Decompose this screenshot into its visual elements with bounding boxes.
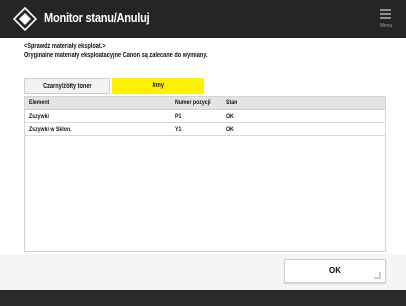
diamond-logo-icon (12, 6, 38, 32)
message-title: <Sprawdź materiały eksploat.> (24, 43, 106, 50)
table-row[interactable]: Zszywki w Sklon. Y1 OK (25, 123, 385, 136)
tab-other[interactable]: Inny (112, 78, 204, 94)
corner-mark-icon (374, 272, 381, 279)
ok-button[interactable]: OK (284, 259, 386, 283)
row-name: Zszywki w Sklon. (29, 126, 72, 133)
column-header-status: Stan (226, 99, 238, 106)
table-row[interactable]: Zszywki P1 OK (25, 110, 385, 123)
row-position: P1 (175, 113, 182, 120)
tab-label: Czarny/żółty toner (42, 83, 92, 90)
menu-icon (380, 9, 391, 21)
status-bar (0, 290, 406, 306)
row-status: OK (226, 113, 234, 120)
tab-black-yellow-toner[interactable]: Czarny/żółty toner (24, 78, 110, 94)
menu-label: Menu (379, 23, 393, 29)
title-bar: Monitor stanu/Anuluj Menu (0, 0, 406, 38)
menu-button[interactable]: Menu (374, 6, 398, 32)
page-title: Monitor stanu/Anuluj (44, 10, 150, 25)
consumables-table: Element Numer pozycji Stan Zszywki P1 OK… (24, 96, 386, 252)
tab-label: Inny (152, 82, 164, 89)
row-name: Zszywki (29, 113, 49, 120)
column-header-position: Numer pozycji (175, 99, 211, 106)
ok-button-label: OK (329, 266, 341, 275)
message-text: Oryginalne materiały eksploatacyjne Cano… (24, 52, 208, 59)
row-status: OK (226, 126, 234, 133)
row-position: Y1 (175, 126, 182, 133)
column-header-name: Element (29, 99, 50, 106)
table-header: Element Numer pozycji Stan (25, 97, 385, 110)
